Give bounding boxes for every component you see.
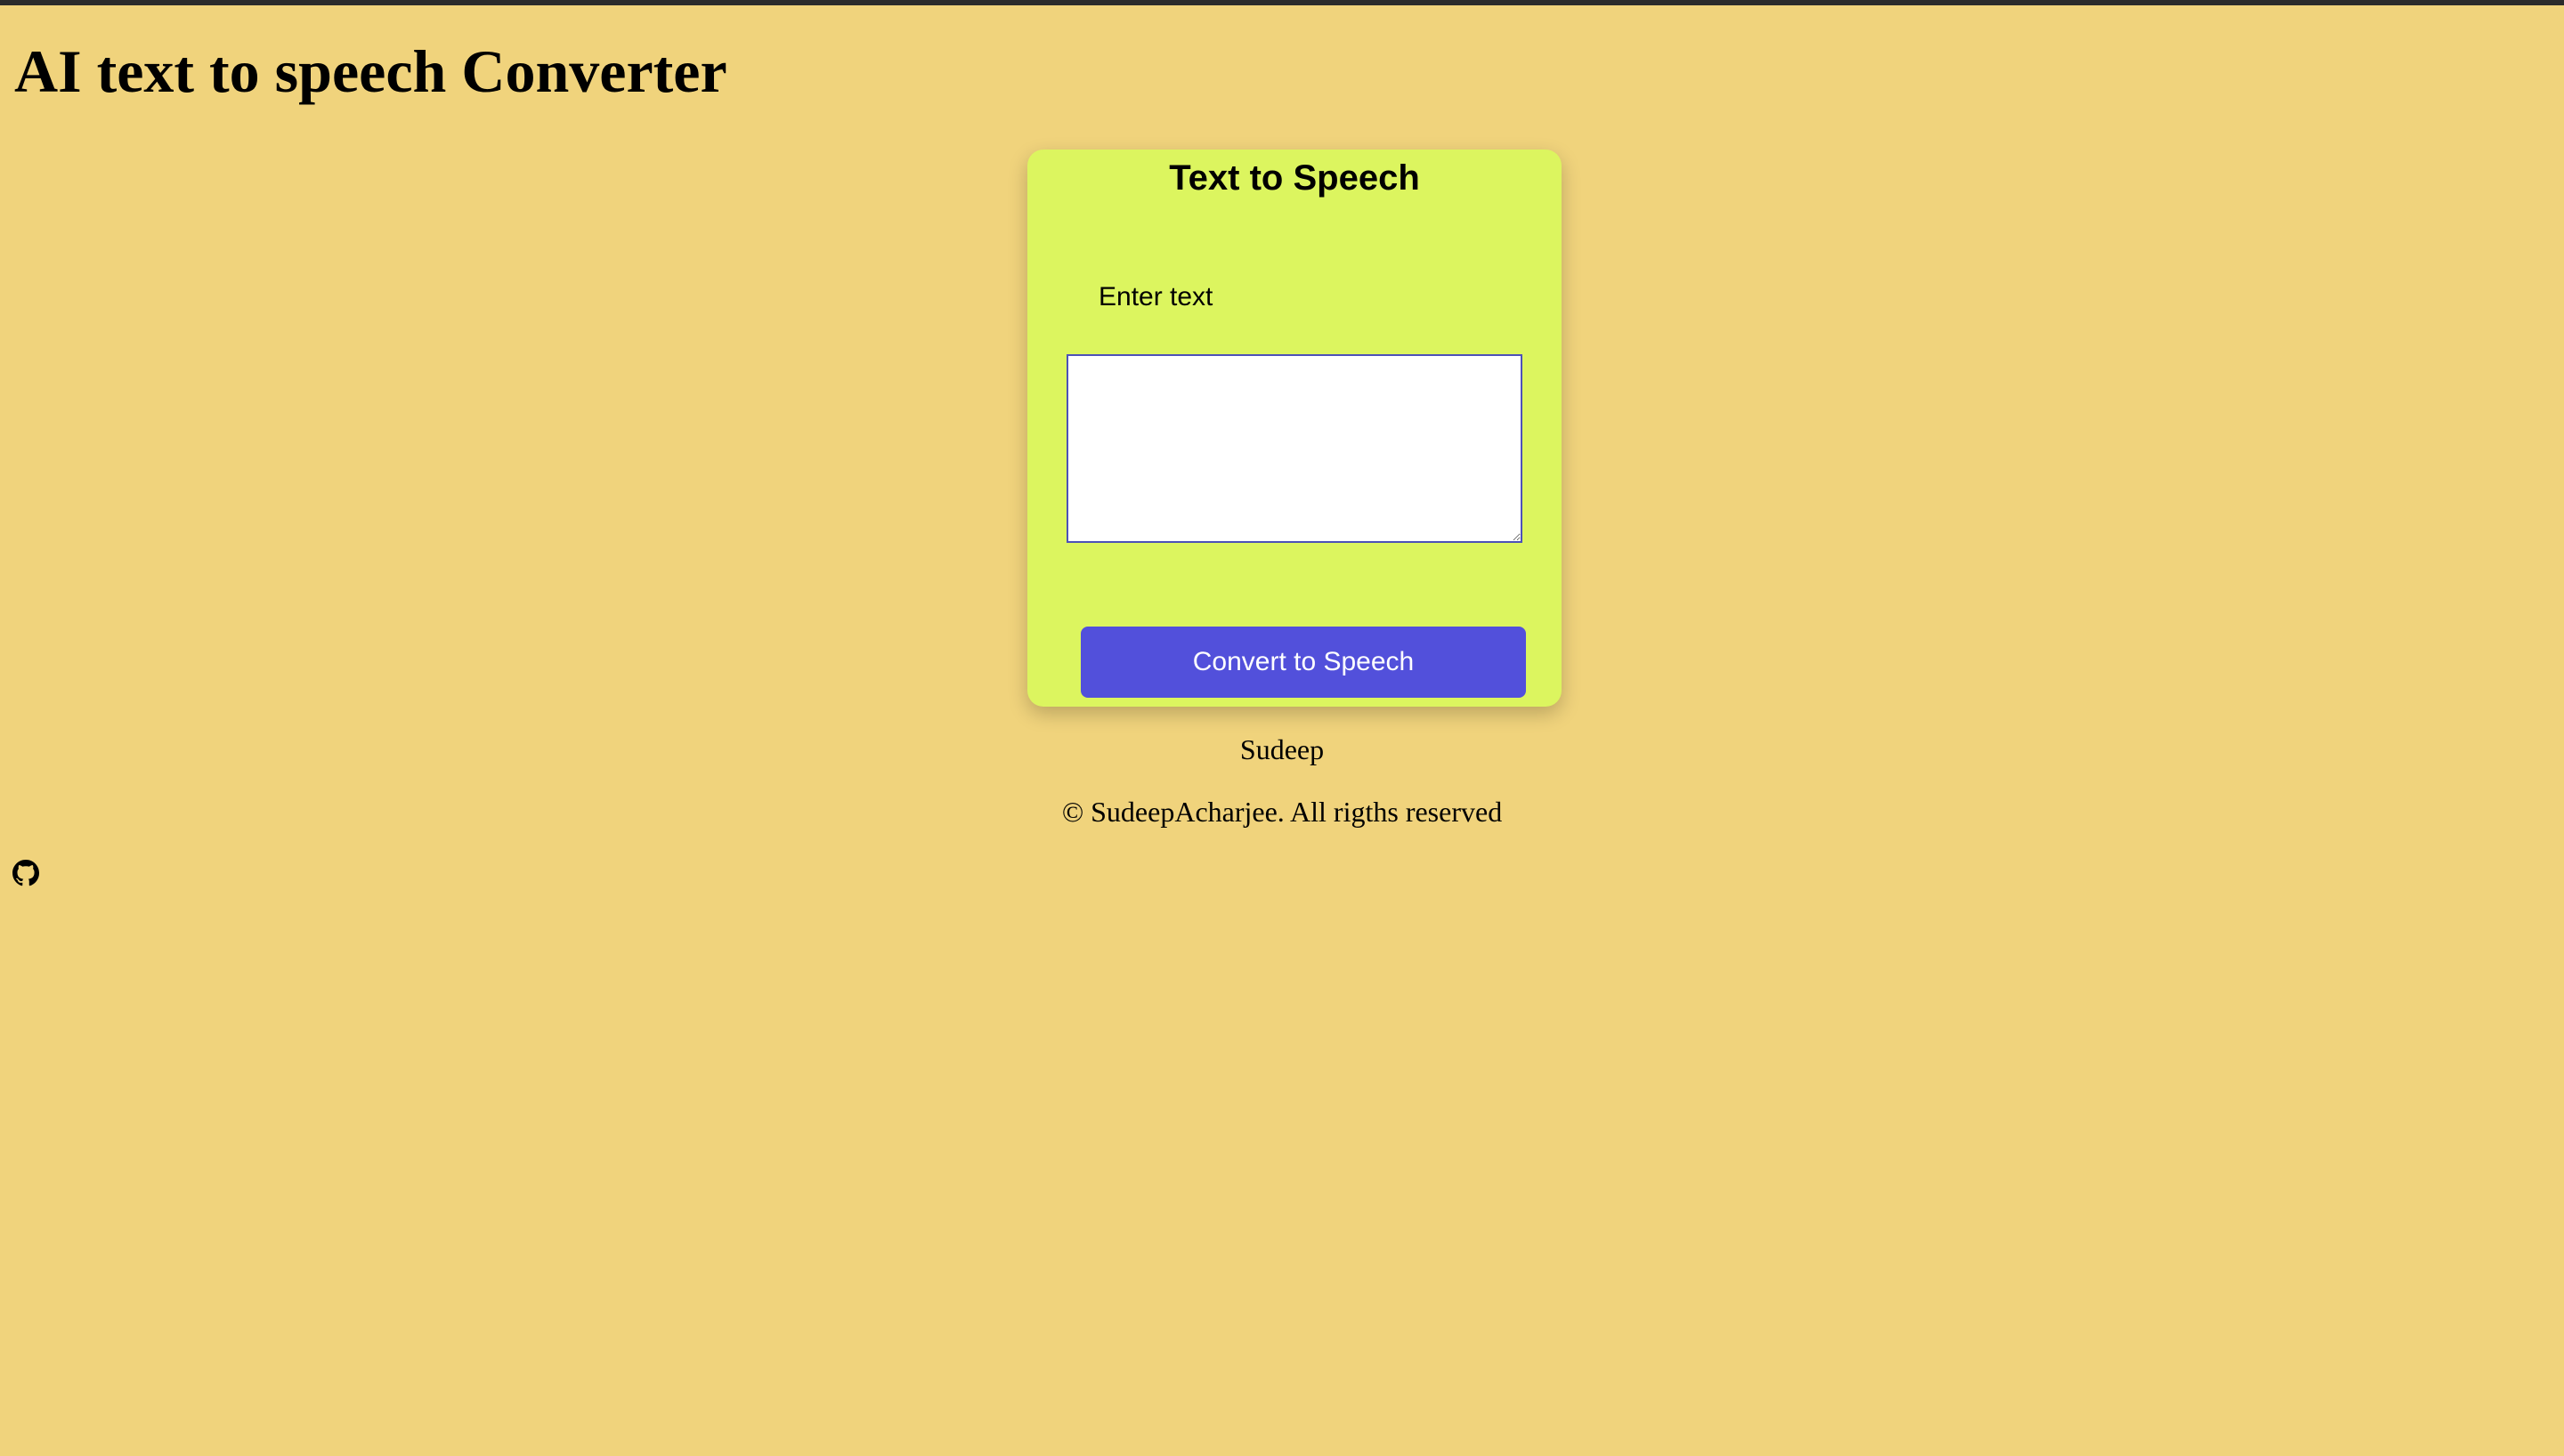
enter-text-label: Enter text [1099,282,1213,311]
footer-author-name: Sudeep [1239,733,1325,765]
github-icon [12,860,39,886]
page-title: AI text to speech Converter [14,37,727,105]
text-input-area[interactable] [1067,354,1522,543]
text-to-speech-card: Text to Speech Enter text Convert to Spe… [1027,150,1562,707]
card-title: Text to Speech [1169,158,1420,198]
github-link[interactable] [12,860,39,886]
convert-to-speech-button[interactable]: Convert to Speech [1081,627,1526,698]
footer-copyright: © SudeepAcharjee. All rigths reserved [1061,796,1503,828]
